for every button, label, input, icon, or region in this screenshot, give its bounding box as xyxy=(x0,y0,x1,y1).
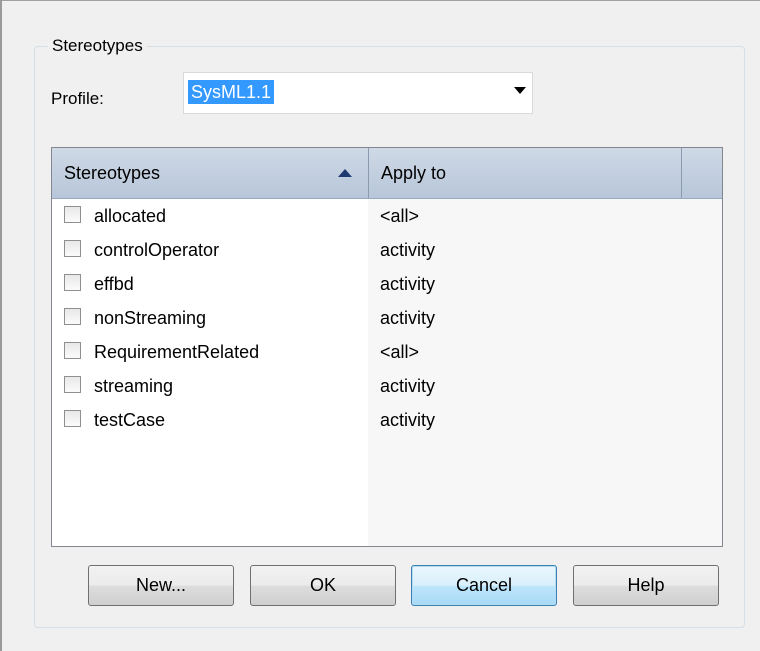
column-header-stereotypes[interactable]: Stereotypes xyxy=(52,148,368,198)
row-checkbox[interactable] xyxy=(64,206,81,223)
new-button[interactable]: New... xyxy=(88,565,234,606)
table-row[interactable]: effbd activity xyxy=(52,268,722,302)
table-row[interactable]: controlOperator activity xyxy=(52,234,722,268)
row-stereotype-name: nonStreaming xyxy=(94,308,207,328)
column-header-apply-to-label: Apply to xyxy=(381,163,447,183)
groupbox-title: Stereotypes xyxy=(48,36,147,56)
profile-combobox[interactable]: SysML1.1 xyxy=(183,72,533,114)
row-stereotype-name: allocated xyxy=(94,206,167,226)
table-row[interactable]: allocated <all> xyxy=(52,200,722,234)
ok-button[interactable]: OK xyxy=(250,565,396,606)
column-header-stereotypes-label: Stereotypes xyxy=(64,163,161,183)
table-row[interactable]: nonStreaming activity xyxy=(52,302,722,336)
profile-label: Profile: xyxy=(51,89,104,108)
column-header-apply-to[interactable]: Apply to xyxy=(369,148,681,198)
sort-ascending-icon xyxy=(338,169,352,177)
row-apply-to: activity xyxy=(380,240,436,260)
stereotypes-listview[interactable]: Stereotypes Apply to allocated <all> con… xyxy=(51,147,723,547)
listview-header: Stereotypes Apply to xyxy=(52,148,722,199)
profile-selected-value: SysML1.1 xyxy=(188,80,275,104)
row-apply-to: activity xyxy=(380,410,436,430)
row-apply-to: <all> xyxy=(380,206,420,226)
help-button[interactable]: Help xyxy=(573,565,719,606)
row-checkbox[interactable] xyxy=(64,274,81,291)
column-separator[interactable] xyxy=(681,148,682,198)
row-stereotype-name: RequirementRelated xyxy=(94,342,260,362)
table-row[interactable]: testCase activity xyxy=(52,404,722,438)
row-checkbox[interactable] xyxy=(64,308,81,325)
row-stereotype-name: testCase xyxy=(94,410,166,430)
table-row[interactable]: RequirementRelated <all> xyxy=(52,336,722,370)
row-checkbox[interactable] xyxy=(64,410,81,427)
row-apply-to: activity xyxy=(380,274,436,294)
row-checkbox[interactable] xyxy=(64,240,81,257)
row-stereotype-name: effbd xyxy=(94,274,134,294)
dropdown-arrow-icon[interactable] xyxy=(514,87,526,94)
cancel-button[interactable]: Cancel xyxy=(411,565,557,606)
window-left-border xyxy=(0,0,2,651)
row-checkbox[interactable] xyxy=(64,342,81,359)
row-stereotype-name: controlOperator xyxy=(94,240,220,260)
table-row[interactable]: streaming activity xyxy=(52,370,722,404)
row-apply-to: <all> xyxy=(380,342,420,362)
row-checkbox[interactable] xyxy=(64,376,81,393)
row-apply-to: activity xyxy=(380,308,436,328)
row-stereotype-name: streaming xyxy=(94,376,174,396)
row-apply-to: activity xyxy=(380,376,436,396)
window-top-border xyxy=(0,0,760,1)
